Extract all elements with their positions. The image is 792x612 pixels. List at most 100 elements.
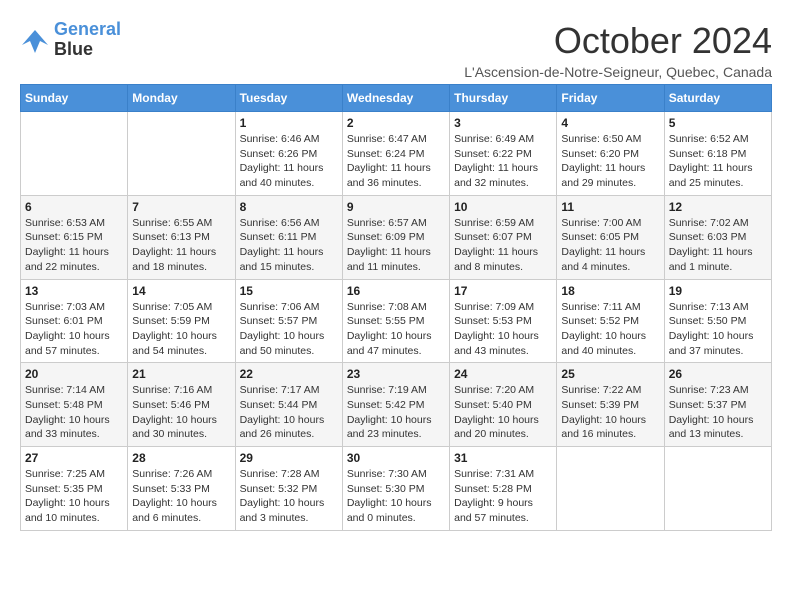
calendar-body: 1Sunrise: 6:46 AM Sunset: 6:26 PM Daylig… xyxy=(21,112,772,531)
calendar-cell: 29Sunrise: 7:28 AM Sunset: 5:32 PM Dayli… xyxy=(235,447,342,531)
calendar-cell: 11 Sunrise: 7:00 AM Sunset: 6:05 PM Dayli… xyxy=(557,195,664,279)
calendar-cell: 31Sunrise: 7:31 AM Sunset: 5:28 PM Dayli… xyxy=(450,447,557,531)
calendar-cell: 13 Sunrise: 7:03 AM Sunset: 6:01 PM Dayli… xyxy=(21,279,128,363)
day-detail: Sunrise: 6:49 AM Sunset: 6:22 PM Dayligh… xyxy=(454,132,552,191)
day-number: 6 xyxy=(25,200,123,214)
day-number: 20 xyxy=(25,367,123,381)
day-detail: Sunrise: 7:14 AM Sunset: 5:48 PM Dayligh… xyxy=(25,383,123,442)
calendar-header: SundayMondayTuesdayWednesdayThursdayFrid… xyxy=(21,85,772,112)
day-number: 4 xyxy=(561,116,659,130)
calendar-cell: 2 Sunrise: 6:47 AM Sunset: 6:24 PM Daylig… xyxy=(342,112,449,196)
weekday-header-sunday: Sunday xyxy=(21,85,128,112)
day-detail: Sunrise: 7:02 AM Sunset: 6:03 PM Dayligh… xyxy=(669,216,767,275)
calendar-cell: 30 Sunrise: 7:30 AM Sunset: 5:30 PM Dayli… xyxy=(342,447,449,531)
day-detail: Sunrise: 7:16 AM Sunset: 5:46 PM Dayligh… xyxy=(132,383,230,442)
day-number: 24 xyxy=(454,367,552,381)
calendar-cell: 3Sunrise: 6:49 AM Sunset: 6:22 PM Daylig… xyxy=(450,112,557,196)
weekday-header-friday: Friday xyxy=(557,85,664,112)
day-detail: Sunrise: 7:23 AM Sunset: 5:37 PM Dayligh… xyxy=(669,383,767,442)
calendar-cell: 26 Sunrise: 7:23 AM Sunset: 5:37 PM Dayli… xyxy=(664,363,771,447)
calendar-week-4: 20 Sunrise: 7:14 AM Sunset: 5:48 PM Dayli… xyxy=(21,363,772,447)
weekday-header-monday: Monday xyxy=(128,85,235,112)
calendar-cell: 1Sunrise: 6:46 AM Sunset: 6:26 PM Daylig… xyxy=(235,112,342,196)
logo: General Blue xyxy=(20,20,121,60)
calendar-cell: 12 Sunrise: 7:02 AM Sunset: 6:03 PM Dayli… xyxy=(664,195,771,279)
calendar-cell: 27 Sunrise: 7:25 AM Sunset: 5:35 PM Dayli… xyxy=(21,447,128,531)
day-detail: Sunrise: 7:13 AM Sunset: 5:50 PM Dayligh… xyxy=(669,300,767,359)
day-detail: Sunrise: 6:52 AM Sunset: 6:18 PM Dayligh… xyxy=(669,132,767,191)
day-detail: Sunrise: 7:09 AM Sunset: 5:53 PM Dayligh… xyxy=(454,300,552,359)
day-detail: Sunrise: 7:03 AM Sunset: 6:01 PM Dayligh… xyxy=(25,300,123,359)
calendar-cell xyxy=(128,112,235,196)
day-detail: Sunrise: 6:47 AM Sunset: 6:24 PM Dayligh… xyxy=(347,132,445,191)
calendar-cell: 16 Sunrise: 7:08 AM Sunset: 5:55 PM Dayli… xyxy=(342,279,449,363)
day-number: 13 xyxy=(25,284,123,298)
day-number: 31 xyxy=(454,451,552,465)
calendar-week-3: 13 Sunrise: 7:03 AM Sunset: 6:01 PM Dayli… xyxy=(21,279,772,363)
day-number: 5 xyxy=(669,116,767,130)
day-detail: Sunrise: 7:30 AM Sunset: 5:30 PM Dayligh… xyxy=(347,467,445,526)
calendar-cell: 21 Sunrise: 7:16 AM Sunset: 5:46 PM Dayli… xyxy=(128,363,235,447)
calendar-cell: 28 Sunrise: 7:26 AM Sunset: 5:33 PM Dayli… xyxy=(128,447,235,531)
calendar-cell: 8Sunrise: 6:56 AM Sunset: 6:11 PM Daylig… xyxy=(235,195,342,279)
weekday-header-tuesday: Tuesday xyxy=(235,85,342,112)
page-header: General Blue October 2024 L'Ascension-de… xyxy=(20,20,772,80)
logo-icon xyxy=(20,25,50,55)
day-detail: Sunrise: 6:53 AM Sunset: 6:15 PM Dayligh… xyxy=(25,216,123,275)
day-number: 11 xyxy=(561,200,659,214)
day-number: 2 xyxy=(347,116,445,130)
calendar-cell: 17 Sunrise: 7:09 AM Sunset: 5:53 PM Dayli… xyxy=(450,279,557,363)
day-number: 12 xyxy=(669,200,767,214)
day-detail: Sunrise: 6:59 AM Sunset: 6:07 PM Dayligh… xyxy=(454,216,552,275)
day-detail: Sunrise: 6:50 AM Sunset: 6:20 PM Dayligh… xyxy=(561,132,659,191)
day-detail: Sunrise: 7:11 AM Sunset: 5:52 PM Dayligh… xyxy=(561,300,659,359)
day-number: 30 xyxy=(347,451,445,465)
calendar-cell: 25Sunrise: 7:22 AM Sunset: 5:39 PM Dayli… xyxy=(557,363,664,447)
day-detail: Sunrise: 7:08 AM Sunset: 5:55 PM Dayligh… xyxy=(347,300,445,359)
calendar-cell: 9 Sunrise: 6:57 AM Sunset: 6:09 PM Daylig… xyxy=(342,195,449,279)
calendar-week-2: 6 Sunrise: 6:53 AM Sunset: 6:15 PM Daylig… xyxy=(21,195,772,279)
logo-text: General Blue xyxy=(54,20,121,60)
calendar-cell xyxy=(557,447,664,531)
title-block: October 2024 L'Ascension-de-Notre-Seigne… xyxy=(464,20,772,80)
day-detail: Sunrise: 7:20 AM Sunset: 5:40 PM Dayligh… xyxy=(454,383,552,442)
day-number: 26 xyxy=(669,367,767,381)
day-number: 19 xyxy=(669,284,767,298)
calendar-table: SundayMondayTuesdayWednesdayThursdayFrid… xyxy=(20,84,772,531)
day-number: 14 xyxy=(132,284,230,298)
day-number: 9 xyxy=(347,200,445,214)
month-title: October 2024 xyxy=(464,20,772,62)
day-number: 8 xyxy=(240,200,338,214)
day-number: 27 xyxy=(25,451,123,465)
calendar-cell: 23 Sunrise: 7:19 AM Sunset: 5:42 PM Dayli… xyxy=(342,363,449,447)
day-number: 7 xyxy=(132,200,230,214)
day-detail: Sunrise: 7:05 AM Sunset: 5:59 PM Dayligh… xyxy=(132,300,230,359)
day-detail: Sunrise: 7:25 AM Sunset: 5:35 PM Dayligh… xyxy=(25,467,123,526)
day-detail: Sunrise: 6:57 AM Sunset: 6:09 PM Dayligh… xyxy=(347,216,445,275)
calendar-cell: 20 Sunrise: 7:14 AM Sunset: 5:48 PM Dayli… xyxy=(21,363,128,447)
day-number: 28 xyxy=(132,451,230,465)
day-detail: Sunrise: 7:26 AM Sunset: 5:33 PM Dayligh… xyxy=(132,467,230,526)
day-number: 18 xyxy=(561,284,659,298)
day-detail: Sunrise: 7:00 AM Sunset: 6:05 PM Dayligh… xyxy=(561,216,659,275)
day-detail: Sunrise: 7:19 AM Sunset: 5:42 PM Dayligh… xyxy=(347,383,445,442)
calendar-cell: 4 Sunrise: 6:50 AM Sunset: 6:20 PM Daylig… xyxy=(557,112,664,196)
calendar-cell xyxy=(664,447,771,531)
day-number: 17 xyxy=(454,284,552,298)
day-number: 23 xyxy=(347,367,445,381)
day-number: 29 xyxy=(240,451,338,465)
calendar-cell: 18 Sunrise: 7:11 AM Sunset: 5:52 PM Dayli… xyxy=(557,279,664,363)
calendar-cell xyxy=(21,112,128,196)
calendar-week-1: 1Sunrise: 6:46 AM Sunset: 6:26 PM Daylig… xyxy=(21,112,772,196)
day-number: 22 xyxy=(240,367,338,381)
calendar-cell: 14 Sunrise: 7:05 AM Sunset: 5:59 PM Dayli… xyxy=(128,279,235,363)
calendar-cell: 10Sunrise: 6:59 AM Sunset: 6:07 PM Dayli… xyxy=(450,195,557,279)
calendar-cell: 7Sunrise: 6:55 AM Sunset: 6:13 PM Daylig… xyxy=(128,195,235,279)
weekday-header-saturday: Saturday xyxy=(664,85,771,112)
day-number: 1 xyxy=(240,116,338,130)
day-number: 21 xyxy=(132,367,230,381)
day-detail: Sunrise: 7:06 AM Sunset: 5:57 PM Dayligh… xyxy=(240,300,338,359)
calendar-cell: 6 Sunrise: 6:53 AM Sunset: 6:15 PM Daylig… xyxy=(21,195,128,279)
day-number: 16 xyxy=(347,284,445,298)
weekday-header-thursday: Thursday xyxy=(450,85,557,112)
